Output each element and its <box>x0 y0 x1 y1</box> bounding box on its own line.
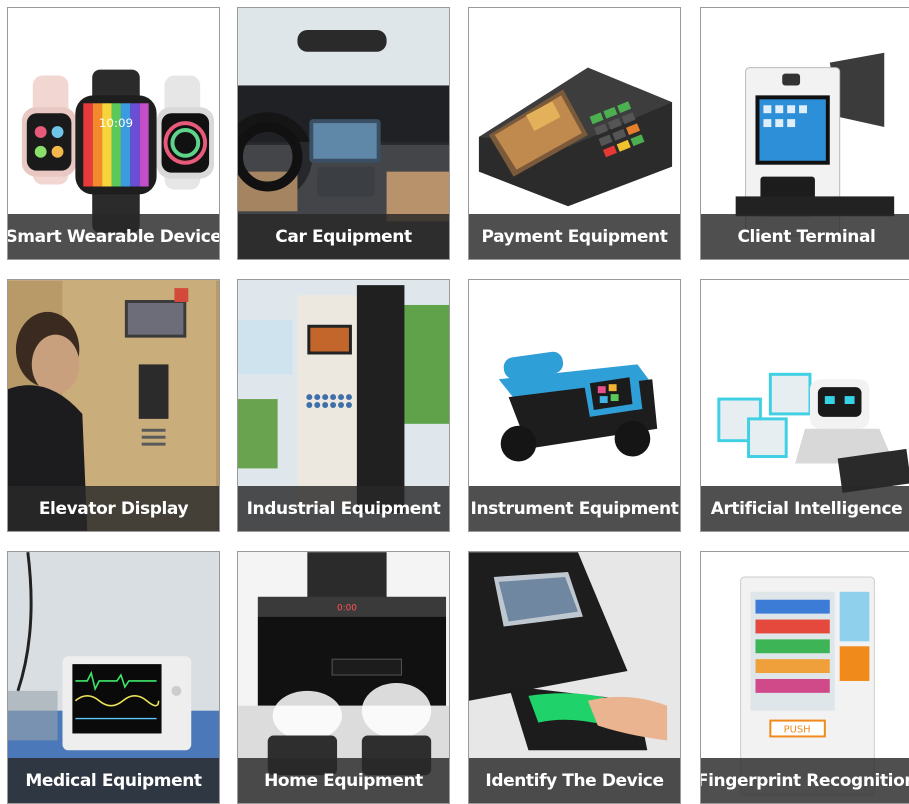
tile-instrument-equipment[interactable]: Instrument Equipment <box>468 279 681 532</box>
tile-medical-equipment[interactable]: Medical Equipment <box>7 551 220 804</box>
tile-identify-the-device[interactable]: Identify The Device <box>468 551 681 804</box>
push-button-text: PUSH <box>784 724 811 735</box>
watch-time-text: 10:09 <box>99 116 133 130</box>
tile-caption: Medical Equipment <box>8 758 219 803</box>
hood-display-text: 0:00 <box>337 604 357 614</box>
tile-fingerprint-recognition[interactable]: PUSH Fingerprint Recognition <box>700 551 909 804</box>
tile-artificial-intelligence[interactable]: Artificial Intelligence <box>700 279 909 532</box>
tile-caption: Client Terminal <box>701 214 909 259</box>
tile-industrial-equipment[interactable]: Industrial Equipment <box>237 279 450 532</box>
tile-home-equipment[interactable]: 0:00 Home Equipment <box>237 551 450 804</box>
tile-caption: Industrial Equipment <box>238 486 449 531</box>
tile-caption: Fingerprint Recognition <box>701 758 909 803</box>
tile-smart-wearable-device[interactable]: 10:09 Smart Wearable Device <box>7 7 220 260</box>
tile-caption: Instrument Equipment <box>469 486 680 531</box>
tile-client-terminal[interactable]: Client Terminal <box>700 7 909 260</box>
tile-car-equipment[interactable]: Car Equipment <box>237 7 450 260</box>
tile-caption: Smart Wearable Device <box>8 214 219 259</box>
tile-caption: Identify The Device <box>469 758 680 803</box>
tile-caption: Car Equipment <box>238 214 449 259</box>
tile-caption: Artificial Intelligence <box>701 486 909 531</box>
tile-elevator-display[interactable]: Elevator Display <box>7 279 220 532</box>
tile-caption: Home Equipment <box>238 758 449 803</box>
tile-caption: Payment Equipment <box>469 214 680 259</box>
tile-payment-equipment[interactable]: Payment Equipment <box>468 7 681 260</box>
tile-caption: Elevator Display <box>8 486 219 531</box>
